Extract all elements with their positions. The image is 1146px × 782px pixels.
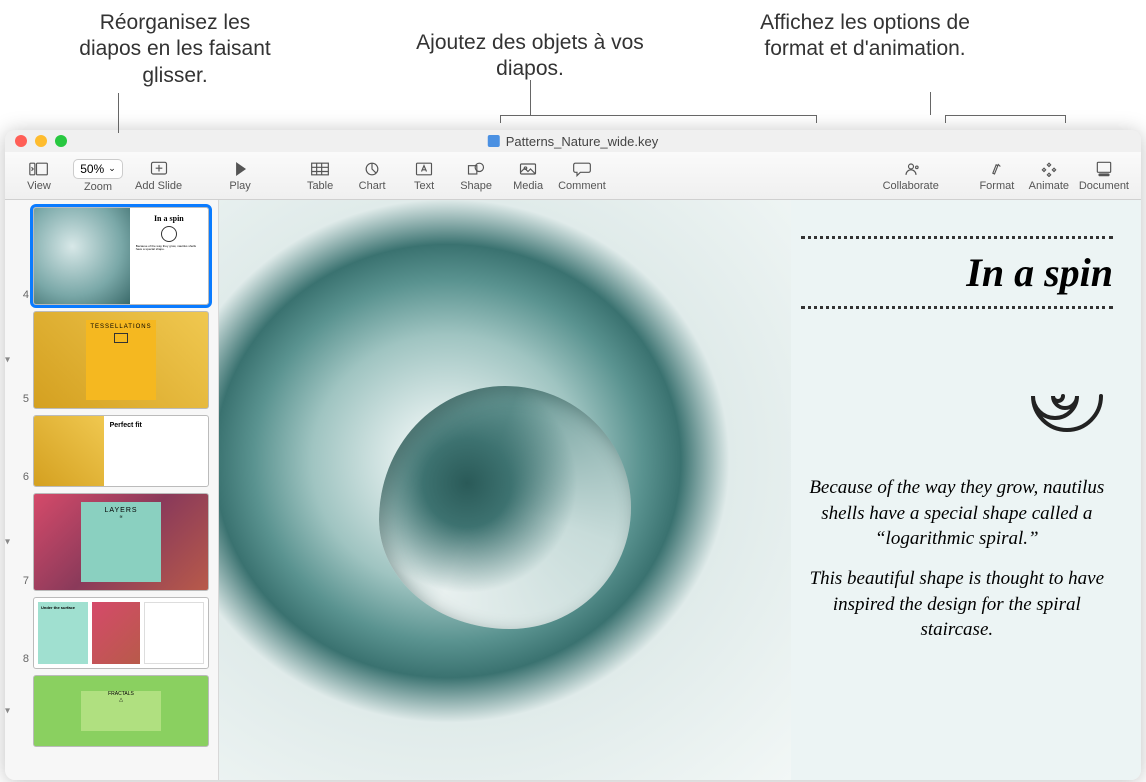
spiral-icon[interactable] <box>993 341 1103 441</box>
table-icon <box>309 160 331 178</box>
slide-thumb-4[interactable]: 4 In a spinBecause of the way they grow,… <box>5 204 218 308</box>
slide-thumb-5[interactable]: ▾ 5 TESSELLATIONS <box>5 308 218 412</box>
window-title: Patterns_Nature_wide.key <box>488 134 658 149</box>
slide-title[interactable]: In a spin <box>966 245 1113 300</box>
slide-thumb-7[interactable]: ▾ 7 LAYERS≋ <box>5 490 218 594</box>
text-column: In a spin Because of the way they grow, … <box>791 200 1141 780</box>
content-area: 4 In a spinBecause of the way they grow,… <box>5 200 1141 780</box>
annotation-formatopts: Affichez les options de format et d'anim… <box>735 10 995 63</box>
close-button[interactable] <box>15 135 27 147</box>
traffic-lights <box>15 135 67 147</box>
format-icon <box>986 160 1008 178</box>
collaborate-button[interactable]: Collaborate <box>883 160 939 192</box>
media-icon <box>517 160 539 178</box>
format-button[interactable]: Format <box>975 160 1019 192</box>
filename-label: Patterns_Nature_wide.key <box>506 134 658 149</box>
document-icon <box>1093 160 1115 178</box>
divider-bottom <box>801 306 1113 309</box>
comment-icon <box>571 160 593 178</box>
disclosure-icon[interactable]: ▾ <box>5 355 10 366</box>
annotation-reorder: Réorganisez les diapos en les faisant gl… <box>75 10 275 89</box>
thumb-preview[interactable]: Under the surface <box>33 597 209 669</box>
view-icon <box>28 160 50 178</box>
slide-canvas[interactable]: In a spin Because of the way they grow, … <box>219 200 1141 780</box>
divider-top <box>801 236 1113 239</box>
collaborate-icon <box>900 160 922 178</box>
chart-button[interactable]: Chart <box>350 160 394 192</box>
thumb-preview[interactable]: LAYERS≋ <box>33 493 209 591</box>
slide-thumb-next[interactable]: ▾ FRACTALS△ <box>5 672 218 750</box>
zoom-control[interactable]: 50% ⌄ Zoom <box>69 159 127 193</box>
disclosure-icon[interactable]: ▾ <box>5 537 10 548</box>
toolbar: View 50% ⌄ Zoom Add Slide Play Table Cha… <box>5 152 1141 200</box>
paragraph-1[interactable]: Because of the way they grow, nautilus s… <box>801 475 1113 552</box>
chart-icon <box>361 160 383 178</box>
thumb-preview[interactable]: Perfect fit <box>33 415 209 487</box>
add-slide-button[interactable]: Add Slide <box>135 160 182 192</box>
slide-thumb-8[interactable]: 8 Under the surface <box>5 594 218 672</box>
zoom-value-pill[interactable]: 50% ⌄ <box>73 159 123 179</box>
media-button[interactable]: Media <box>506 160 550 192</box>
app-window: Patterns_Nature_wide.key View 50% ⌄ Zoom… <box>5 130 1141 780</box>
maximize-button[interactable] <box>55 135 67 147</box>
document-button[interactable]: Document <box>1079 160 1129 192</box>
play-icon <box>229 160 251 178</box>
paragraph-2[interactable]: This beautiful shape is thought to have … <box>801 566 1113 643</box>
plus-icon <box>148 160 170 178</box>
play-button[interactable]: Play <box>218 160 262 192</box>
disclosure-icon[interactable]: ▾ <box>5 706 10 717</box>
thumb-preview[interactable]: FRACTALS△ <box>33 675 209 747</box>
chevron-down-icon: ⌄ <box>108 163 116 174</box>
animate-button[interactable]: Animate <box>1027 160 1071 192</box>
titlebar[interactable]: Patterns_Nature_wide.key <box>5 130 1141 152</box>
slide-navigator[interactable]: 4 In a spinBecause of the way they grow,… <box>5 200 219 780</box>
document-type-icon <box>488 135 500 147</box>
view-button[interactable]: View <box>17 160 61 192</box>
thumb-preview[interactable]: TESSELLATIONS <box>33 311 209 409</box>
table-button[interactable]: Table <box>298 160 342 192</box>
shape-button[interactable]: Shape <box>454 160 498 192</box>
text-button[interactable]: Text <box>402 160 446 192</box>
text-icon <box>413 160 435 178</box>
animate-icon <box>1038 160 1060 178</box>
comment-button[interactable]: Comment <box>558 160 606 192</box>
slide-thumb-6[interactable]: 6 Perfect fit <box>5 412 218 490</box>
annotation-addobjects: Ajoutez des objets à vos diapos. <box>400 30 660 83</box>
nautilus-image[interactable] <box>219 200 791 780</box>
shape-icon <box>465 160 487 178</box>
thumb-preview[interactable]: In a spinBecause of the way they grow, n… <box>33 207 209 305</box>
minimize-button[interactable] <box>35 135 47 147</box>
